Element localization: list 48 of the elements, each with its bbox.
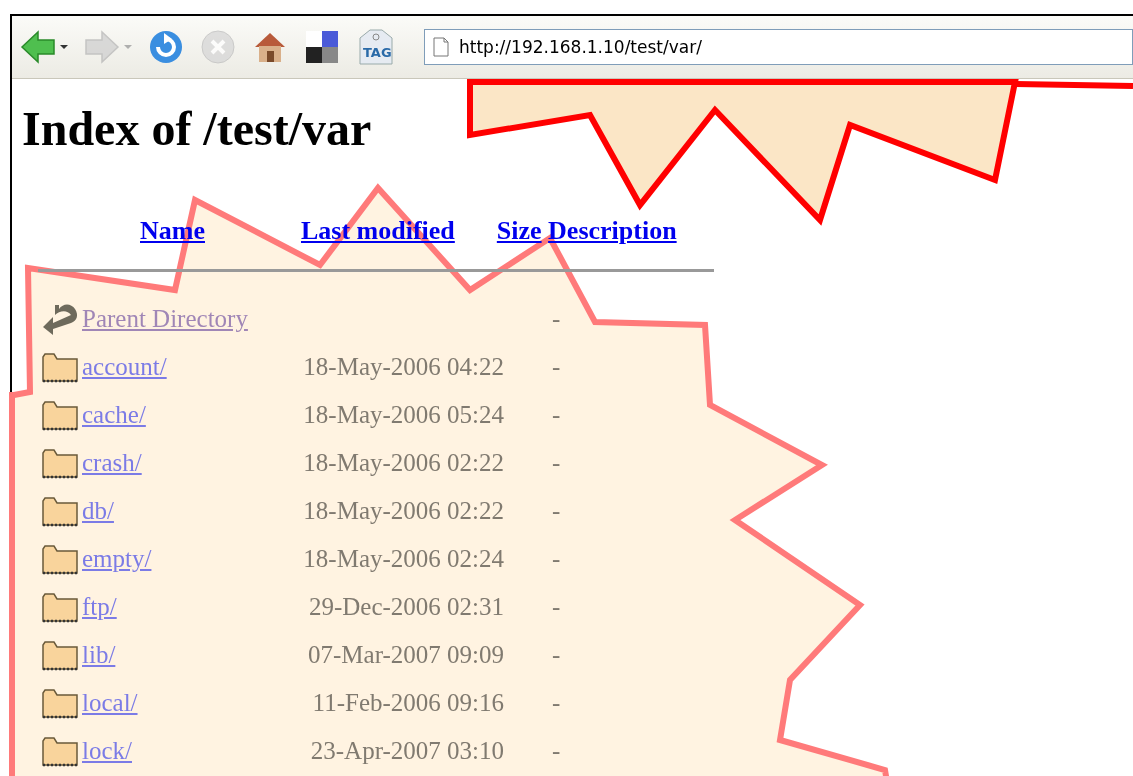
file-size: - [552, 449, 561, 477]
modified-date: 29-Dec-2006 02:31 [307, 593, 504, 621]
file-size: - [552, 641, 561, 669]
modified-date: 18-May-2006 05:24 [302, 401, 504, 429]
file-size: - [552, 545, 561, 573]
column-header-link[interactable]: Description [548, 216, 677, 246]
file-size: - [552, 305, 561, 333]
file-size: - [552, 353, 561, 381]
file-link[interactable]: db/ [82, 497, 272, 525]
column-header-link[interactable]: Name [140, 216, 205, 246]
file-size: - [552, 737, 561, 765]
stop-icon [200, 29, 236, 65]
tag-button[interactable]: TAG [356, 28, 396, 66]
forward-arrow-icon [84, 29, 120, 65]
modified-date: 11-Feb-2006 09:16 [311, 689, 504, 717]
file-size: - [552, 497, 561, 525]
file-link[interactable]: empty/ [82, 545, 272, 573]
modified-date: 18-May-2006 02:24 [302, 545, 504, 573]
back-button[interactable] [20, 29, 68, 65]
file-link[interactable]: lock/ [82, 737, 272, 765]
back-arrow-icon [20, 29, 56, 65]
file-size: - [552, 401, 561, 429]
file-link[interactable]: ftp/ [82, 593, 272, 621]
file-link[interactable]: crash/ [82, 449, 272, 477]
file-link[interactable]: local/ [82, 689, 272, 717]
tag-label: TAG [363, 45, 392, 60]
modified-date: 07-Mar-2007 09:09 [307, 641, 504, 669]
page-icon [433, 37, 449, 57]
address-field[interactable]: http://192.168.1.10/test/var/ [424, 29, 1133, 65]
file-size: - [552, 593, 561, 621]
tiles-icon [304, 29, 340, 65]
reload-button[interactable] [148, 29, 184, 65]
file-link[interactable]: account/ [82, 353, 272, 381]
modified-date: 23-Apr-2007 03:10 [309, 737, 504, 765]
dropdown-caret-icon [124, 45, 132, 49]
dropdown-caret-icon [60, 45, 68, 49]
column-header-link[interactable]: Size [496, 216, 542, 246]
modified-date: 18-May-2006 04:22 [302, 353, 504, 381]
file-size: - [552, 689, 561, 717]
file-link[interactable]: cache/ [82, 401, 272, 429]
file-link[interactable]: lib/ [82, 641, 272, 669]
page-heading: Index of /test/var [22, 101, 372, 157]
column-header-link[interactable]: Last modified [301, 216, 455, 246]
tiles-button[interactable] [304, 29, 340, 65]
reload-icon [148, 29, 184, 65]
modified-date: 18-May-2006 02:22 [302, 449, 504, 477]
modified-date: 18-May-2006 02:22 [302, 497, 504, 525]
file-link[interactable]: Parent Directory [82, 305, 272, 333]
